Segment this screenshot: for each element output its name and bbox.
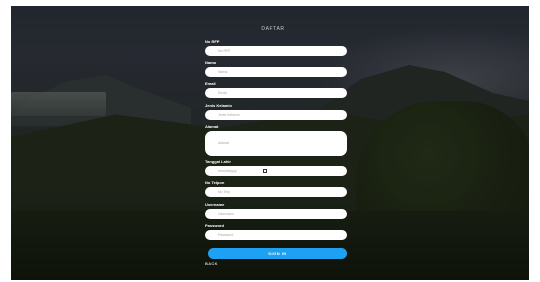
sign-in-button[interactable]: SIGN IN [208, 248, 347, 259]
label-email: Email [205, 81, 216, 86]
label-tanggal-lahir: Tanggal Lahir [205, 159, 231, 164]
label-no-rfp: No RFP [205, 39, 220, 44]
registration-form: DAFTAR No RFP No RFP Nama Nama Email Ema… [193, 6, 353, 280]
no-telpon-input[interactable]: No Telp [205, 187, 347, 197]
calendar-icon[interactable] [263, 169, 267, 173]
date-placeholder: mm/dd/yyyy [218, 169, 237, 173]
form-title: DAFTAR [261, 26, 285, 32]
label-no-telpon: No Telpon [205, 180, 225, 185]
nama-input[interactable]: Nama [205, 67, 347, 77]
label-nama: Nama [205, 60, 216, 65]
password-input[interactable]: Password [205, 230, 347, 240]
back-link[interactable]: BACK [205, 261, 218, 266]
no-rfp-input[interactable]: No RFP [205, 46, 347, 56]
label-alamat: Alamat [205, 124, 219, 129]
label-password: Password [205, 223, 224, 228]
alamat-textarea[interactable]: Alamat [205, 131, 347, 156]
label-jenis-kelamin: Jenis Kelamin [205, 103, 232, 108]
tanggal-lahir-input[interactable]: mm/dd/yyyy [205, 166, 347, 176]
label-username: Username [205, 202, 225, 207]
email-input[interactable]: Email [205, 88, 347, 98]
username-input[interactable]: Username [205, 209, 347, 219]
jenis-kelamin-input[interactable]: Jenis Kelamin [205, 110, 347, 120]
